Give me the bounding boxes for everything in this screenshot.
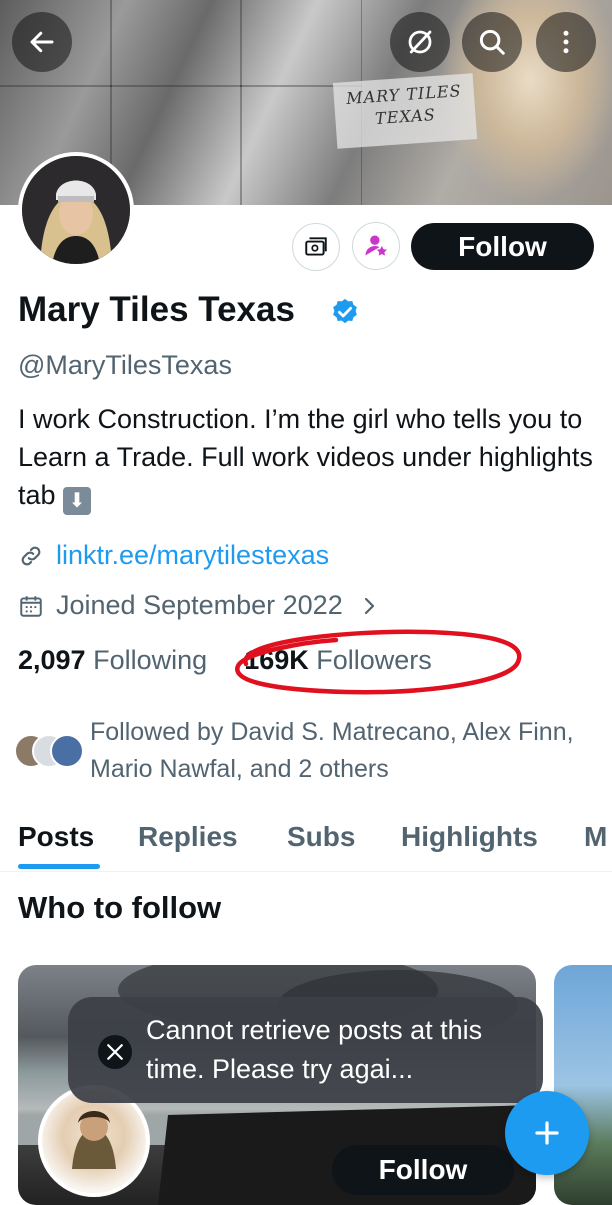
follower-avatar	[50, 734, 84, 768]
tab-posts[interactable]: Posts	[18, 821, 94, 853]
banner-watermark: MARY TILES TEXAS	[332, 73, 478, 149]
more-button[interactable]	[536, 12, 596, 72]
profile-bio: I work Construction. I’m the girl who te…	[18, 400, 598, 515]
banner-tile	[110, 85, 242, 205]
tab-media[interactable]: M	[584, 821, 607, 853]
bio-text: I work Construction. I’m the girl who te…	[18, 404, 593, 510]
tab-replies[interactable]: Replies	[138, 821, 238, 853]
link-icon	[21, 546, 41, 565]
grok-icon	[408, 30, 432, 54]
red-highlight-circle	[235, 629, 522, 695]
profile-tabs: Posts Replies Subs Highlights M	[0, 815, 612, 872]
profile-link-row[interactable]: linktr.ee/marytilestexas	[18, 540, 329, 571]
suggested-follow-button[interactable]: Follow	[332, 1145, 514, 1195]
down-arrow-emoji: ⬇	[63, 487, 92, 515]
profile-link[interactable]: linktr.ee/marytilestexas	[56, 540, 329, 571]
back-button[interactable]	[12, 12, 72, 72]
search-button[interactable]	[462, 12, 522, 72]
arrow-left-icon	[30, 31, 54, 53]
avatar-portrait	[22, 156, 130, 264]
search-icon	[479, 29, 505, 55]
profile-name: Mary Tiles Texas	[18, 290, 295, 329]
tab-subs[interactable]: Subs	[287, 821, 355, 853]
compose-button[interactable]	[505, 1091, 589, 1175]
error-toast: Cannot retrieve posts at this time. Plea…	[68, 997, 543, 1103]
following-link[interactable]: 2,097 Following	[18, 645, 207, 675]
subscriptions-button[interactable]	[292, 223, 340, 271]
joined-date: Joined September 2022	[56, 590, 343, 620]
joined-row[interactable]: Joined September 2022	[18, 590, 381, 621]
followed-by-text[interactable]: Followed by David S. Matrecano, Alex Fin…	[90, 714, 590, 788]
tab-highlights[interactable]: Highlights	[401, 821, 538, 853]
profile-handle: @MaryTilesTexas	[18, 350, 232, 380]
calendar-icon	[20, 595, 42, 617]
banner-tile	[110, 0, 242, 87]
x-logo-icon	[98, 1035, 132, 1069]
verified-badge-icon[interactable]	[330, 297, 360, 332]
creator-subscribe-button[interactable]	[352, 222, 400, 270]
plus-icon	[535, 1121, 559, 1145]
following-label: Following	[93, 645, 208, 675]
grok-button[interactable]	[390, 12, 450, 72]
subscription-ticket-icon	[305, 237, 327, 256]
active-tab-indicator	[18, 864, 100, 869]
chevron-right-icon	[364, 597, 374, 614]
creator-star-icon	[365, 235, 387, 256]
toast-message: Cannot retrieve posts at this time. Plea…	[146, 1015, 483, 1084]
following-count: 2,097	[18, 645, 86, 675]
profile-avatar[interactable]	[18, 152, 134, 268]
banner-tile	[240, 0, 362, 87]
more-vertical-icon	[563, 30, 569, 54]
who-to-follow-title: Who to follow	[18, 890, 222, 925]
follow-button[interactable]: Follow	[411, 223, 594, 270]
